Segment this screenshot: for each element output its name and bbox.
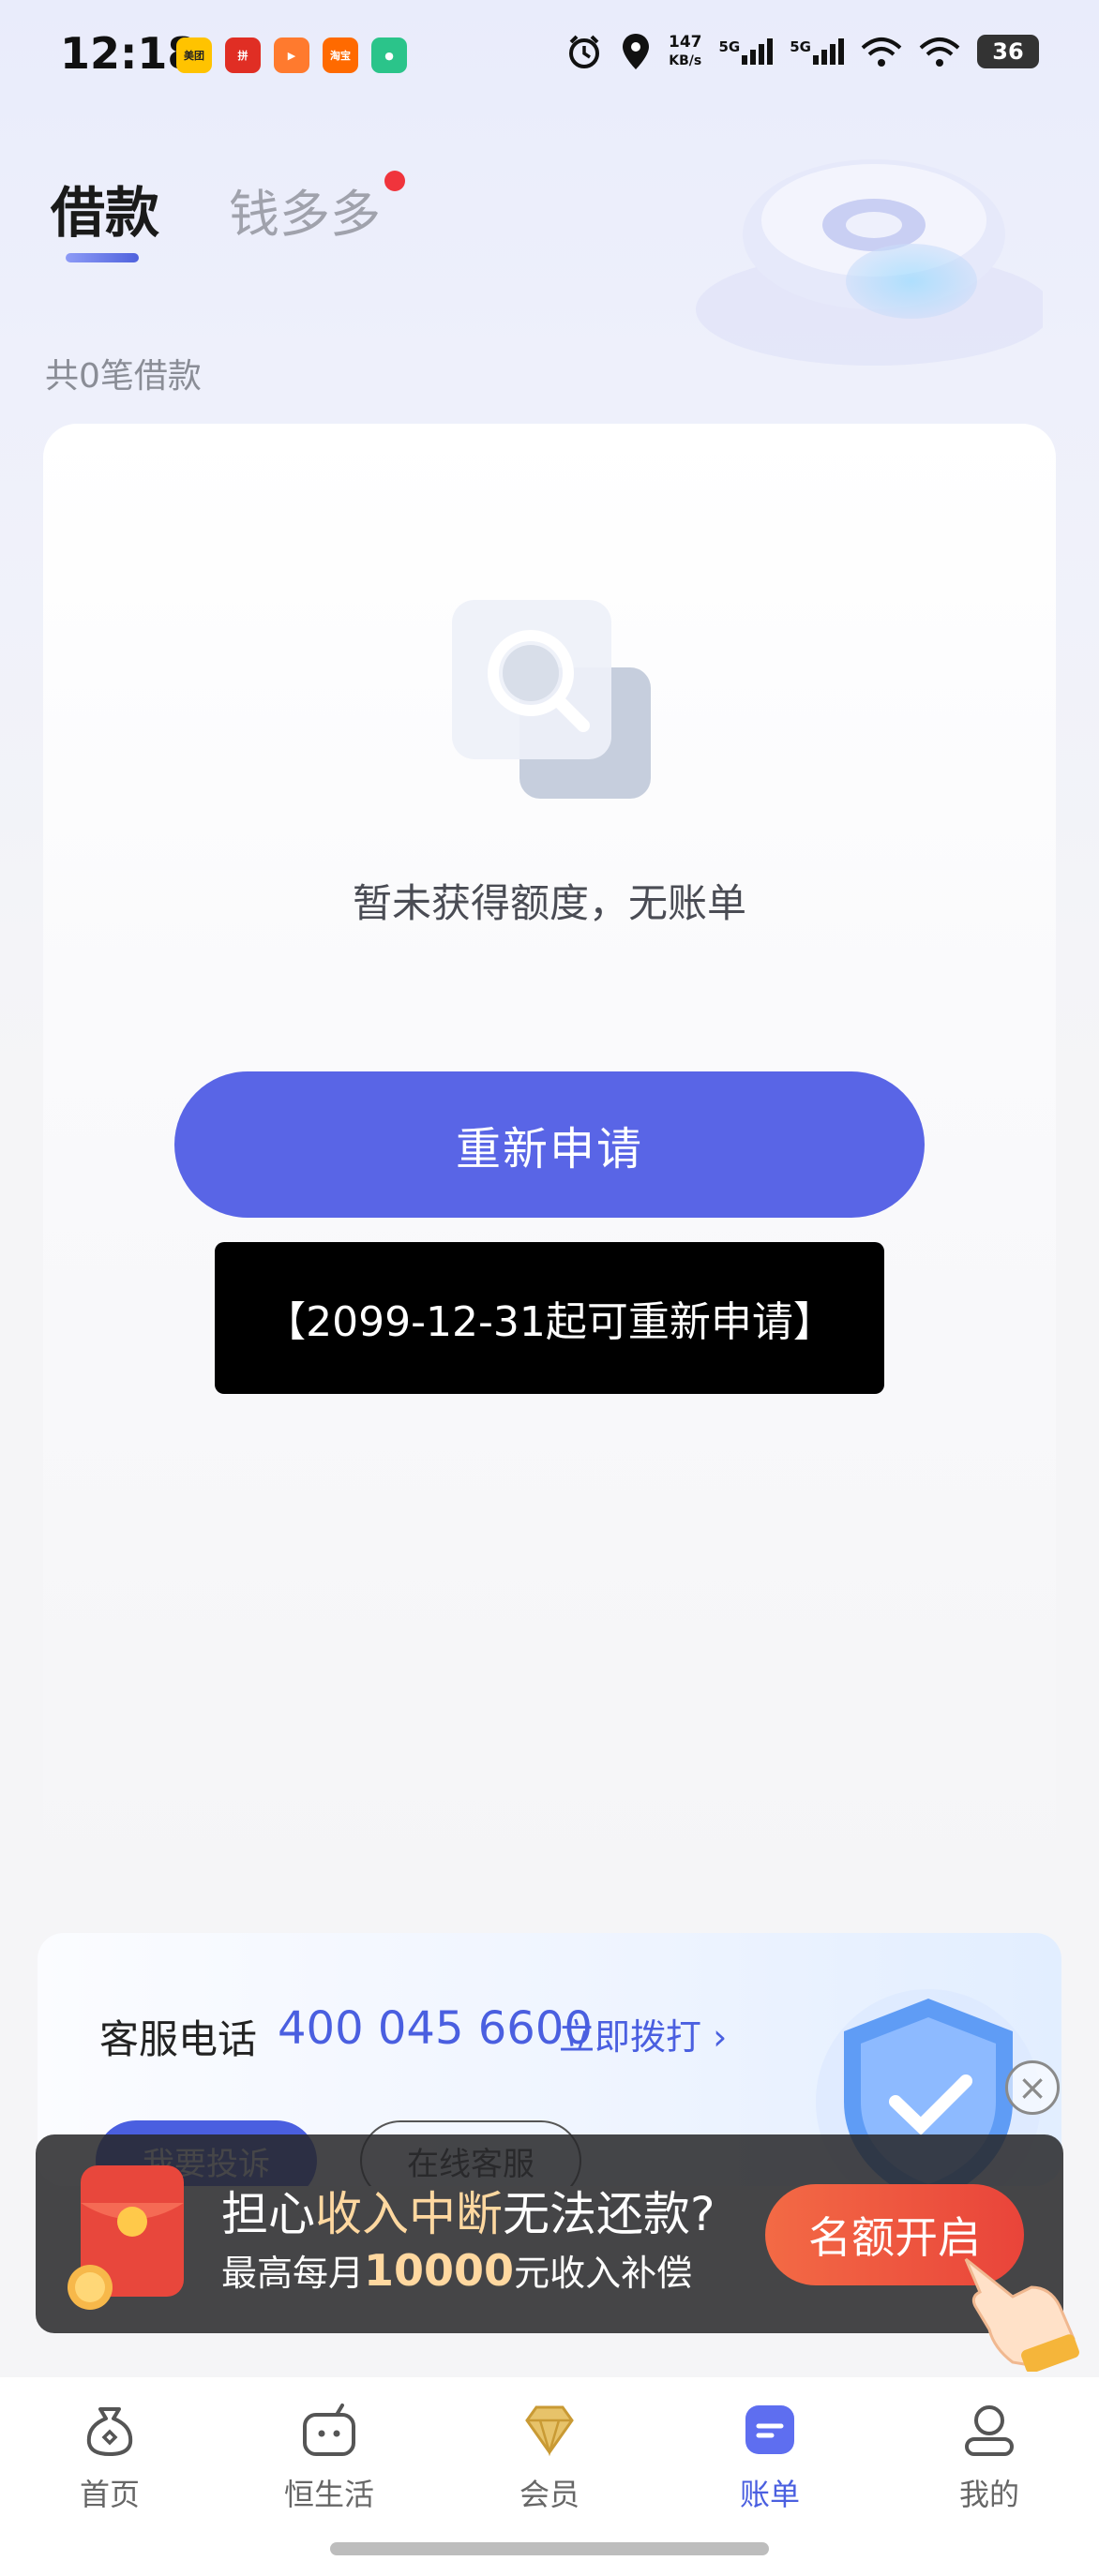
red-envelope-icon — [68, 2165, 184, 2310]
promo-sub-post: 元收入补偿 — [514, 2253, 693, 2294]
tab-qianduoduo[interactable]: 钱多多 — [229, 172, 381, 247]
promo-title-post: 无法还款? — [503, 2187, 715, 2241]
nav-bill-label: 账单 — [739, 2477, 800, 2512]
meituan-app-icon: 美团 — [176, 37, 212, 73]
nav-home[interactable]: 首页 — [35, 2400, 185, 2514]
diamond-icon — [525, 2405, 574, 2457]
nav-bill[interactable]: 账单 — [695, 2400, 845, 2514]
close-icon[interactable]: × — [1005, 2060, 1060, 2115]
nav-member-label: 会员 — [519, 2477, 580, 2512]
user-icon — [965, 2405, 1014, 2456]
nav-home-label: 首页 — [79, 2477, 140, 2512]
video-app-icon: ▶ — [274, 37, 309, 73]
pinduoduo-app-icon: 拼 — [225, 37, 261, 73]
pointing-hand-icon — [964, 2257, 1079, 2372]
nav-mine[interactable]: 我的 — [914, 2400, 1064, 2514]
promo-title-pre: 担心 — [221, 2187, 315, 2241]
alarm-clock-icon — [569, 35, 599, 68]
loan-count-text: 共0笔借款 — [45, 357, 202, 396]
tv-mascot-icon — [303, 2404, 355, 2456]
status-bar: 12:18 美团 拼 ▶ 淘宝 ● 147 KB/s 5G 5G 36 — [0, 0, 1099, 112]
battery-icon: 36 — [977, 35, 1039, 68]
tab-active-indicator — [66, 253, 139, 262]
notification-app-icons: 美团 拼 ▶ 淘宝 ● — [176, 37, 407, 73]
taobao-flash-app-icon: 淘宝 — [323, 37, 358, 73]
reapply-button[interactable]: 重新申请 — [174, 1071, 925, 1218]
empty-search-icon — [452, 600, 651, 799]
sim2-label: 5G — [790, 38, 811, 55]
money-bag-icon — [86, 2407, 133, 2456]
location-pin-icon — [623, 34, 649, 69]
promo-subtitle: 最高每月10000元收入补偿 — [221, 2244, 692, 2296]
nav-mine-label: 我的 — [958, 2477, 1019, 2512]
promo-sub-amount: 10000 — [364, 2245, 515, 2296]
decorative-ring-illustration — [696, 159, 1043, 366]
tab-loans[interactable]: 借款 — [51, 169, 159, 247]
service-phone-label: 客服电话 — [99, 2016, 258, 2062]
service-phone-number[interactable]: 400 045 6600 — [278, 2002, 593, 2055]
wechat-mini-app-icon: ● — [371, 37, 407, 73]
network-speed-value: 147 — [669, 33, 702, 52]
empty-state-message: 暂未获得额度，无账单 — [352, 880, 746, 926]
notification-dot — [384, 171, 405, 191]
home-indicator[interactable] — [330, 2542, 769, 2555]
promo-sub-pre: 最高每月 — [221, 2253, 365, 2294]
nav-life-label: 恒生活 — [283, 2477, 374, 2512]
promo-title: 担心收入中断无法还款? — [221, 2177, 715, 2244]
network-speed-unit: KB/s — [669, 53, 702, 68]
call-now-link[interactable]: 立即拨打 › — [559, 2008, 727, 2059]
promo-title-highlight: 收入中断 — [315, 2187, 503, 2241]
sim2-signal-icon: 5G — [790, 38, 844, 65]
wifi-plus-icon — [861, 37, 902, 67]
status-indicators: 147 KB/s 5G 5G 36 — [565, 32, 1039, 71]
reapply-date-note: 【2099-12-31起可重新申请】 — [215, 1242, 884, 1394]
bill-icon — [745, 2405, 794, 2454]
sim1-signal-icon: 5G — [719, 38, 774, 65]
sim1-label: 5G — [718, 38, 741, 55]
nav-life[interactable]: 恒生活 — [254, 2400, 404, 2514]
network-speed: 147 KB/s — [669, 33, 702, 70]
nav-member[interactable]: 会员 — [474, 2400, 625, 2514]
wifi-icon — [919, 37, 960, 67]
